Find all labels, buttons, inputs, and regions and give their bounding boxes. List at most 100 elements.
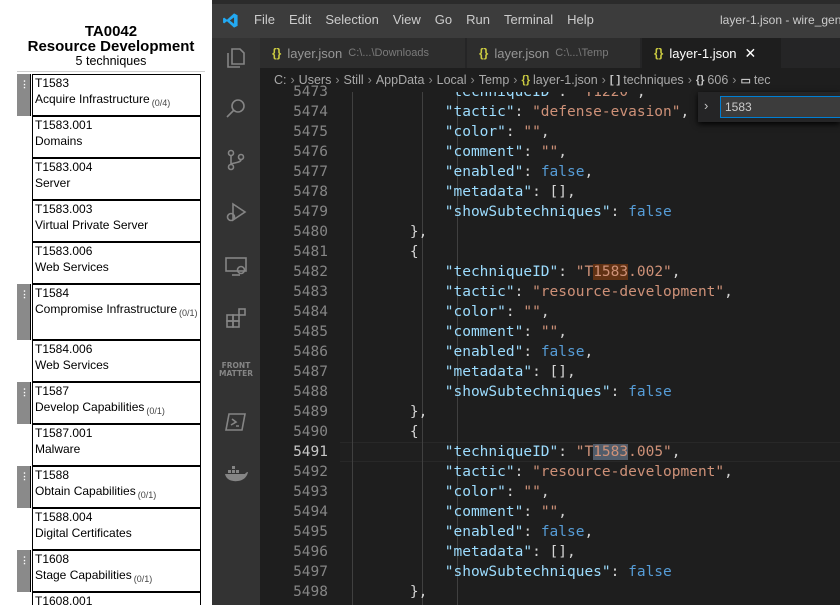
code-token: : bbox=[558, 92, 576, 100]
remote-explorer-icon[interactable] bbox=[212, 246, 260, 286]
line-number: 5482 bbox=[293, 264, 328, 280]
code-token: "tactic" bbox=[444, 464, 515, 480]
menu-item-file[interactable]: File bbox=[254, 11, 275, 29]
code-token: : bbox=[514, 104, 533, 120]
subtechnique-cell[interactable]: T1588.004 Digital Certificates bbox=[17, 508, 205, 550]
subtechnique-toggle-handle[interactable]: ⋮⋮ bbox=[17, 550, 37, 592]
subtechnique-toggle-handle[interactable]: ⋮⋮ bbox=[17, 284, 37, 340]
search-icon[interactable] bbox=[212, 88, 260, 128]
code-token: "" bbox=[523, 304, 541, 320]
subtechnique-cell[interactable]: T1584.006 Web Services bbox=[17, 340, 205, 382]
extensions-icon[interactable] bbox=[212, 298, 260, 338]
code-token: : [], bbox=[532, 544, 576, 560]
technique-box: T1588.004 Digital Certificates bbox=[32, 508, 201, 550]
code-editor[interactable]: "techniqueID": "T1220", "tactic": "defen… bbox=[340, 92, 840, 605]
tab-layer-downloads[interactable]: {} layer.json C:\...\Downloads bbox=[260, 38, 466, 68]
code-token: : bbox=[514, 284, 533, 300]
docker-icon[interactable] bbox=[212, 454, 260, 494]
find-input[interactable]: 1583 bbox=[720, 96, 840, 118]
subtechnique-cell[interactable]: T1587.001 Malware bbox=[17, 424, 205, 466]
code-token: "metadata" bbox=[444, 184, 533, 200]
subtechnique-cell[interactable]: T1583.004 Server bbox=[17, 158, 205, 200]
breadcrumb-item[interactable]: techniques bbox=[623, 73, 683, 87]
code-token: { bbox=[340, 424, 419, 440]
code-token: }, bbox=[340, 404, 428, 420]
technique-cell[interactable]: ⋮⋮ T1584 Compromise Infrastructure (0/1) bbox=[17, 284, 205, 340]
breadcrumb-item[interactable]: Still bbox=[344, 73, 364, 87]
tactic-header[interactable]: TA0042 Resource Development 5 techniques bbox=[17, 24, 205, 69]
attack-navigator-panel: TA0042 Resource Development 5 techniques… bbox=[0, 0, 212, 605]
subtechnique-count: (0/1) bbox=[133, 574, 153, 584]
menu-item-go[interactable]: Go bbox=[435, 11, 452, 29]
code-line: { bbox=[340, 422, 419, 442]
technique-cell[interactable]: ⋮⋮ T1583 Acquire Infrastructure (0/4) bbox=[17, 74, 205, 116]
code-line: "metadata": [], bbox=[340, 182, 576, 202]
technique-cell[interactable]: ⋮⋮ T1608 Stage Capabilities (0/1) bbox=[17, 550, 205, 592]
breadcrumb: C: › Users › Still › AppData › Local › Temp › … bbox=[260, 68, 840, 92]
subtechnique-cell[interactable]: T1608.001 bbox=[17, 592, 205, 605]
menu-item-selection[interactable]: Selection bbox=[325, 11, 378, 29]
subtechnique-cell[interactable]: T1583.006 Web Services bbox=[17, 242, 205, 284]
technique-name: Virtual Private Server bbox=[35, 218, 149, 232]
code-token: : bbox=[523, 504, 541, 520]
tab-layer-1[interactable]: {} layer-1.json ✕ bbox=[642, 38, 782, 68]
code-token: : bbox=[523, 144, 541, 160]
technique-box: T1584.006 Web Services bbox=[32, 340, 201, 382]
technique-cell[interactable]: ⋮⋮ T1588 Obtain Capabilities (0/1) bbox=[17, 466, 205, 508]
toggle-replace-chevron-icon[interactable]: › bbox=[704, 98, 708, 113]
front-matter-icon[interactable]: FRONT MATTER bbox=[212, 350, 260, 390]
technique-name: Compromise Infrastructure bbox=[35, 302, 178, 316]
technique-box: T1587 Develop Capabilities (0/1) bbox=[32, 382, 201, 424]
menu-item-help[interactable]: Help bbox=[567, 11, 594, 29]
explorer-icon[interactable] bbox=[212, 38, 260, 78]
line-number: 5497 bbox=[293, 564, 328, 580]
technique-name: Develop Capabilities bbox=[35, 400, 145, 414]
breadcrumb-item[interactable]: Local bbox=[437, 73, 467, 87]
subtechnique-toggle-handle[interactable]: ⋮⋮ bbox=[17, 466, 37, 508]
breadcrumb-item[interactable]: Temp bbox=[479, 73, 510, 87]
code-token: , bbox=[558, 324, 568, 340]
subtechnique-cell[interactable]: T1583.003 Virtual Private Server bbox=[17, 200, 205, 242]
object-icon: {} bbox=[695, 74, 705, 86]
breadcrumb-item[interactable]: layer-1.json bbox=[533, 73, 598, 87]
close-icon[interactable]: ✕ bbox=[745, 45, 757, 62]
menu-item-view[interactable]: View bbox=[393, 11, 421, 29]
menu-item-edit[interactable]: Edit bbox=[289, 11, 311, 29]
code-line: "metadata": [], bbox=[340, 542, 576, 562]
subtechnique-cell[interactable]: T1583.001 Domains bbox=[17, 116, 205, 158]
code-line: { bbox=[340, 242, 419, 262]
breadcrumb-item[interactable]: 606 bbox=[707, 73, 728, 87]
line-number-gutter: 5473 5474 5475 5476 5477 5478 5479 5480 5481 5482… bbox=[260, 84, 340, 605]
powershell-icon[interactable] bbox=[212, 402, 260, 442]
code-line: "enabled": false, bbox=[340, 342, 593, 362]
subtechnique-toggle-handle[interactable]: ⋮⋮ bbox=[17, 74, 37, 116]
code-line: }, bbox=[340, 402, 427, 422]
code-line: }, bbox=[340, 222, 427, 242]
breadcrumb-item[interactable]: AppData bbox=[376, 73, 425, 87]
code-token: false bbox=[540, 524, 585, 540]
tactic-divider bbox=[17, 71, 205, 72]
subtechnique-toggle-handle[interactable]: ⋮⋮ bbox=[17, 382, 37, 424]
breadcrumb-item[interactable]: tec bbox=[754, 73, 771, 87]
code-token: , bbox=[636, 92, 646, 100]
technique-id: T1588.004 bbox=[35, 510, 93, 524]
technique-id: T1608 bbox=[35, 552, 70, 566]
menu-item-run[interactable]: Run bbox=[466, 11, 490, 29]
code-token: "" bbox=[523, 124, 541, 140]
code-token: , bbox=[680, 104, 690, 120]
activity-bar: FRONT MATTER bbox=[212, 38, 260, 605]
source-control-icon[interactable] bbox=[212, 140, 260, 180]
run-debug-icon[interactable] bbox=[212, 192, 260, 232]
tab-layer-temp[interactable]: {} layer.json C:\...\Temp bbox=[467, 38, 641, 68]
code-token: : [], bbox=[532, 364, 576, 380]
technique-cell[interactable]: ⋮⋮ T1587 Develop Capabilities (0/1) bbox=[17, 382, 205, 424]
code-token: "resource-development" bbox=[532, 464, 725, 480]
menu-item-terminal[interactable]: Terminal bbox=[504, 11, 553, 29]
code-line: "color": "", bbox=[340, 302, 550, 322]
code-token: : bbox=[523, 524, 541, 540]
